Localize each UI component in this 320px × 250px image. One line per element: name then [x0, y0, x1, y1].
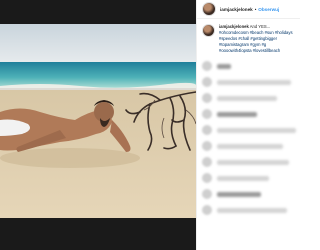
blurred-avatar: [202, 109, 212, 119]
blurred-text: [217, 143, 283, 149]
blurred-comment: [197, 74, 300, 90]
avatar[interactable]: [202, 2, 216, 16]
blurred-avatar: [202, 77, 212, 87]
blurred-text: [217, 127, 296, 133]
blurred-text: [217, 63, 231, 69]
blurred-comment: [197, 122, 300, 138]
blurred-text: [217, 111, 257, 117]
blurred-avatar: [202, 205, 212, 215]
caption-text: iamjackjelonek And YES... #ohcomdecosm #…: [219, 24, 296, 54]
blurred-avatar: [202, 125, 212, 135]
beach-photo-illustration: [0, 0, 196, 250]
blurred-comment: [197, 58, 300, 74]
blurred-comment: [197, 202, 300, 218]
caption-row: iamjackjelonek And YES... #ohcomdecosm #…: [197, 19, 300, 57]
separator-dot: •: [254, 6, 257, 12]
blurred-text: [217, 191, 261, 197]
blurred-text: [217, 207, 287, 213]
blurred-avatar: [202, 189, 212, 199]
blurred-comment: [197, 106, 300, 122]
blurred-text: [217, 159, 289, 165]
blurred-text: [217, 95, 277, 101]
follow-button[interactable]: Obserwuj: [258, 7, 279, 12]
blurred-comment: [197, 170, 300, 186]
blurred-avatar: [202, 173, 212, 183]
blurred-avatar: [202, 61, 212, 71]
post-photo[interactable]: [0, 0, 196, 250]
blurred-comment: [197, 90, 300, 106]
post-sidebar: iamjackjelonek • Obserwuj iamjackjelonek…: [196, 0, 300, 250]
header-username[interactable]: iamjackjelonek: [220, 7, 253, 12]
blurred-avatar: [202, 157, 212, 167]
caption-username[interactable]: iamjackjelonek: [219, 24, 249, 29]
caption-avatar[interactable]: [202, 24, 215, 37]
caption-hashtags[interactable]: #ohcomdecosm #beach #sun #holidays #spee…: [219, 30, 293, 53]
post-header: iamjackjelonek • Obserwuj: [197, 0, 300, 19]
blurred-text: [217, 175, 269, 181]
blurred-avatar: [202, 93, 212, 103]
blurred-comment: [197, 154, 300, 170]
caption-body: And YES...: [249, 24, 271, 29]
blurred-avatar: [202, 141, 212, 151]
blurred-comment: [197, 186, 300, 202]
blurred-comment: [197, 138, 300, 154]
blurred-text: [217, 79, 291, 85]
